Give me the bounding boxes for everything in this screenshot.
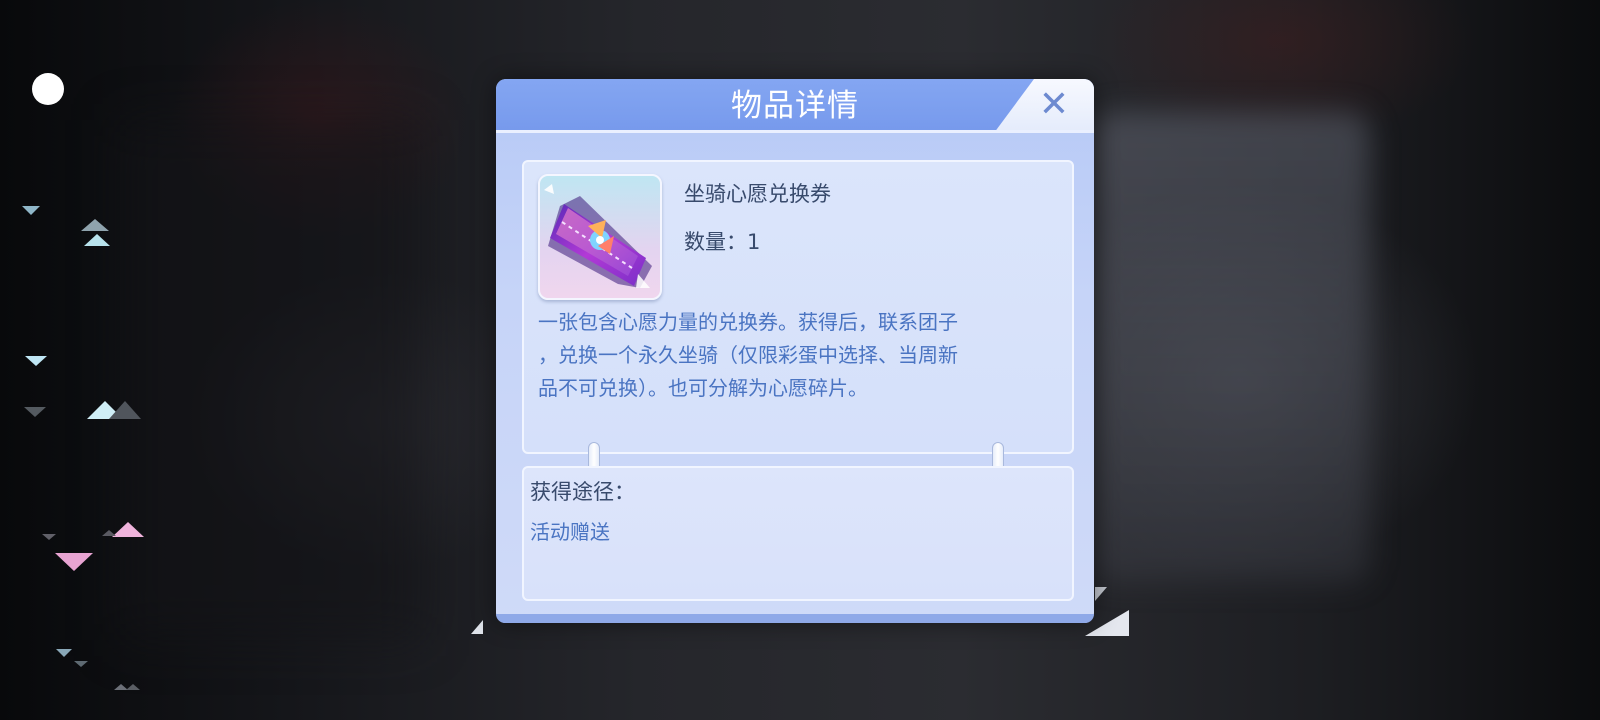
sparkle-triangle-icon <box>109 401 141 419</box>
corner-sparkle-icon <box>1095 587 1107 601</box>
sparkle-triangle-icon <box>25 356 47 366</box>
background-blur <box>120 120 420 640</box>
item-quantity-row: 数量：1 <box>684 226 760 256</box>
mount-wish-ticket-icon <box>544 184 652 288</box>
close-icon[interactable]: ✕ <box>1036 87 1072 123</box>
acquisition-panel: 获得途径： 活动赠送 <box>522 466 1074 601</box>
sparkle-triangle-icon <box>112 522 144 537</box>
acquisition-value: 活动赠送 <box>530 520 610 544</box>
dialog-footer-bar <box>496 614 1094 623</box>
sparkle-triangle-icon <box>74 661 88 667</box>
acquisition-label: 获得途径： <box>530 480 635 504</box>
sparkle-triangle-icon <box>102 530 116 536</box>
sparkle-triangle-icon <box>81 219 109 231</box>
sparkle-triangle-icon <box>42 534 56 540</box>
sparkle-triangle-icon <box>55 553 93 571</box>
sparkle-triangle-icon <box>56 649 72 657</box>
sparkle-triangle-icon <box>22 206 40 215</box>
description-line: 一张包含心愿力量的兑换券。获得后，联系团子 <box>538 310 958 334</box>
item-icon-frame <box>538 174 662 300</box>
sparkle-triangle-icon <box>24 407 46 417</box>
description-line: ，兑换一个永久坐骑（仅限彩蛋中选择、当周新 <box>538 343 958 367</box>
sparkle-triangle-icon <box>84 234 110 246</box>
corner-sparkle-icon <box>471 620 483 634</box>
item-description: 一张包含心愿力量的兑换券。获得后，联系团子 ，兑换一个永久坐骑（仅限彩蛋中选择、… <box>538 306 1048 405</box>
sparkle-triangle-icon <box>126 684 140 690</box>
status-dot-icon <box>32 73 64 105</box>
quantity-label: 数量： <box>684 230 747 254</box>
item-info-panel: 坐骑心愿兑换券 数量：1 一张包含心愿力量的兑换券。获得后，联系团子 ，兑换一个… <box>522 160 1074 454</box>
dialog-header: 物品详情 ✕ <box>496 79 1094 133</box>
item-detail-dialog: 物品详情 ✕ 坐骑心愿兑换券 数量：1 一张包含心愿力量的兑换券。获得后，联系团… <box>496 79 1094 623</box>
quantity-value: 1 <box>747 230 761 254</box>
item-name: 坐骑心愿兑换券 <box>684 182 831 206</box>
background-panel-blur <box>1092 112 1370 582</box>
game-screen: 物品详情 ✕ 坐骑心愿兑换券 数量：1 一张包含心愿力量的兑换券。获得后，联系团… <box>0 0 1600 720</box>
description-line: 品不可兑换）。也可分解为心愿碎片。 <box>538 376 868 400</box>
